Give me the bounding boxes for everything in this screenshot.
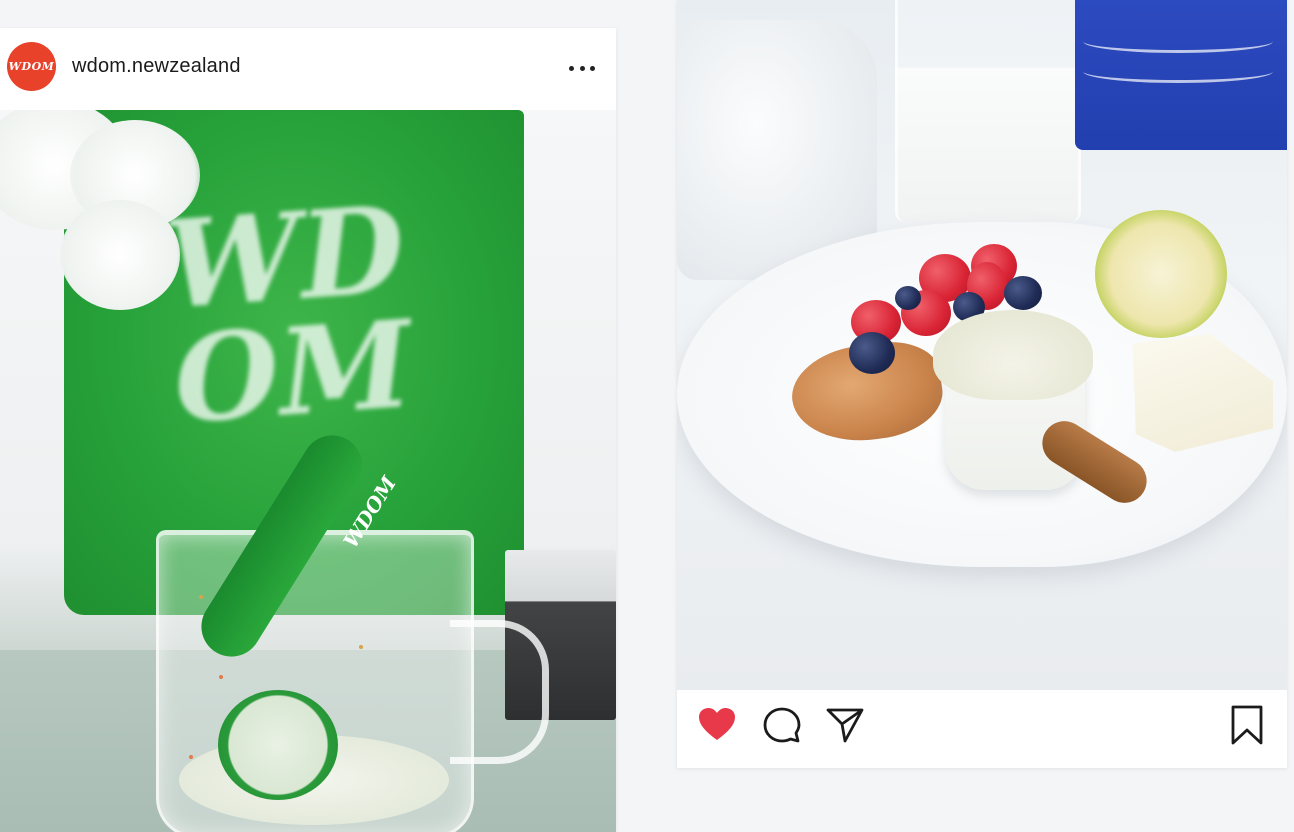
bookmark-shape	[1231, 705, 1263, 745]
post-card-left: WDOM wdom.newzealand WD OM WDOM	[0, 28, 616, 832]
box-pattern	[1083, 60, 1273, 83]
post-photo: WD OM WDOM	[0, 110, 616, 832]
scoop-bowl	[218, 690, 338, 800]
blue-product-box	[1075, 0, 1287, 150]
bookmark-icon[interactable]	[1229, 704, 1265, 746]
username[interactable]: wdom.newzealand	[72, 55, 241, 78]
flower	[60, 200, 180, 310]
box-pattern	[1083, 30, 1273, 53]
avatar[interactable]: WDOM	[7, 42, 56, 91]
powder-heap	[933, 310, 1093, 400]
post-photo	[677, 0, 1287, 690]
avatar-text: WDOM	[8, 60, 55, 73]
milk-glass	[895, 0, 1081, 222]
send-icon[interactable]	[825, 706, 865, 744]
more-horizontal-icon[interactable]	[569, 64, 595, 72]
post-action-bar	[677, 690, 1287, 768]
flower-pattern	[189, 755, 193, 759]
blueberry	[895, 286, 921, 310]
send-shape	[826, 708, 864, 743]
blueberry	[1004, 276, 1042, 310]
flower-pattern	[199, 595, 203, 599]
flower-pattern	[359, 645, 363, 649]
comment-shape	[763, 707, 801, 743]
lime-half	[1095, 210, 1227, 338]
bag-wordmark: WD OM	[160, 179, 417, 452]
blueberry	[849, 332, 895, 374]
post-header: WDOM wdom.newzealand	[0, 28, 616, 108]
heart-shape	[699, 708, 735, 740]
comment-icon[interactable]	[763, 706, 801, 744]
post-card-right	[677, 0, 1287, 768]
heart-icon[interactable]	[697, 706, 737, 742]
flower-pattern	[219, 675, 223, 679]
